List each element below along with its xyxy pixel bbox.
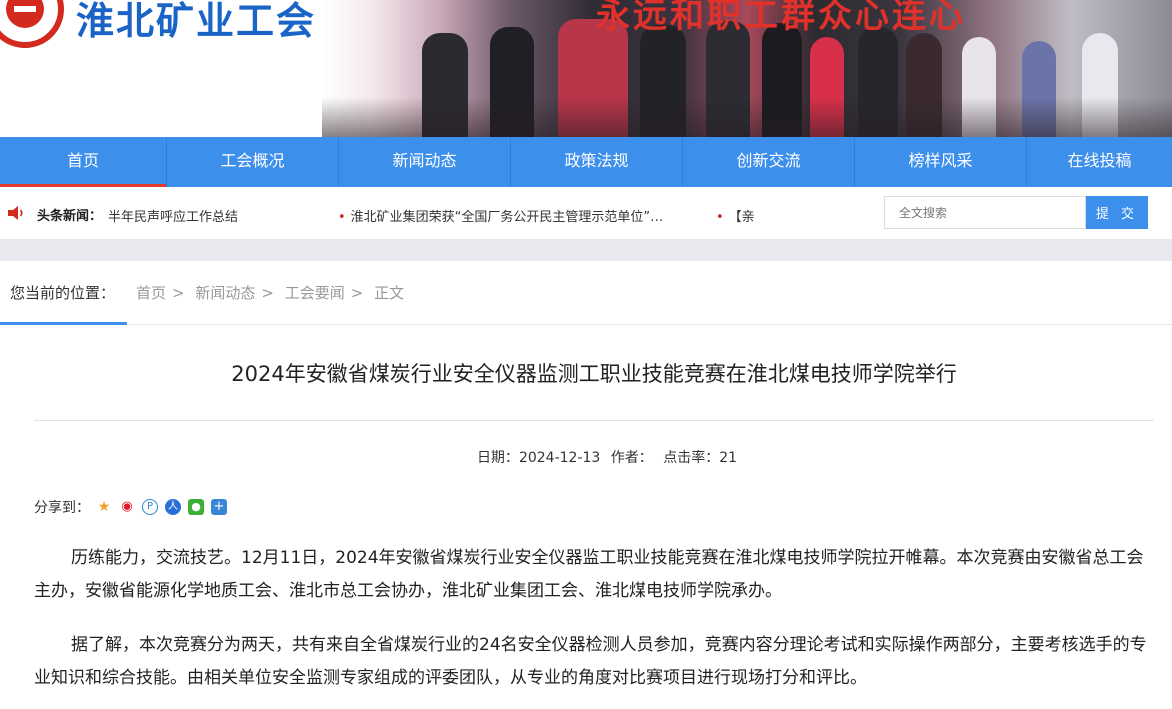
union-logo-icon[interactable] [0, 0, 64, 48]
article-paragraph: 据了解，本次竞赛分为两天，共有来自全省煤炭行业的24名安全仪器检测人员参加，竞赛… [34, 635, 1147, 688]
banner-slogan: 永远和职工群众心连心 [596, 0, 966, 36]
breadcrumb-current: 正文 [374, 284, 405, 302]
section-divider [0, 239, 1172, 261]
search-submit-button[interactable]: 提 交 [1086, 196, 1148, 229]
nav-item-submit[interactable]: 在线投稿 [1027, 137, 1172, 187]
breadcrumb-bar: 您当前的位置： 首页 > 新闻动态 > 工会要闻 > 正文 [0, 261, 1172, 325]
more-share-icon[interactable]: + [211, 499, 227, 515]
renren-icon[interactable]: 人 [165, 499, 181, 515]
site-logo-text[interactable]: 淮北矿业工会 [76, 0, 316, 45]
nav-item-role-models[interactable]: 榜样风采 [855, 137, 1027, 187]
hits-count: 21 [719, 450, 738, 466]
breadcrumb-home[interactable]: 首页 [136, 284, 166, 302]
breadcrumb: 首页 > 新闻动态 > 工会要闻 > 正文 [136, 284, 405, 302]
breadcrumb-news[interactable]: 新闻动态 [195, 284, 255, 302]
wechat-icon[interactable]: ● [188, 499, 204, 515]
nav-item-innovation[interactable]: 创新交流 [683, 137, 855, 187]
article-meta: 日期：2024-12-13 作者： 点击率：21 [0, 447, 1172, 467]
speaker-icon [8, 206, 23, 220]
search-input[interactable] [884, 196, 1086, 229]
site-banner: 淮北矿业工会 永远和职工群众心连心 [0, 0, 1172, 137]
author-label: 作者： [610, 450, 653, 466]
share-bar: 分享到： ★ ◉ P 人 ● + [34, 497, 234, 517]
pinterest-icon[interactable]: P [142, 499, 158, 515]
article-title: 2024年安徽省煤炭行业安全仪器监测工职业技能竞赛在淮北煤电技师学院举行 [231, 362, 957, 386]
nav-item-union-overview[interactable]: 工会概况 [167, 137, 339, 187]
ticker-label: 头条新闻： [37, 209, 103, 224]
ticker-item[interactable]: 半年民声呼应工作总结 [108, 206, 258, 225]
ticker-item[interactable]: • 【亲 [716, 206, 760, 225]
qzone-icon[interactable]: ★ [96, 499, 112, 515]
location-underline [0, 322, 127, 325]
weibo-icon[interactable]: ◉ [119, 499, 135, 515]
main-nav: 首页 工会概况 新闻动态 政策法规 创新交流 榜样风采 在线投稿 [0, 137, 1172, 187]
title-divider [34, 420, 1154, 421]
ticker-item[interactable]: • 淮北矿业集团荣获“全国厂务公开民主管理示范单位”… [338, 206, 698, 225]
hits-label: 点击率： [663, 450, 720, 466]
share-label: 分享到： [34, 500, 90, 516]
location-label: 您当前的位置： [10, 284, 116, 302]
nav-item-news[interactable]: 新闻动态 [339, 137, 511, 187]
breadcrumb-union-news[interactable]: 工会要闻 [285, 284, 345, 302]
article-paragraph: 历练能力，交流技艺。12月11日，2024年安徽省煤炭行业安全仪器监工职业技能竞… [34, 548, 1144, 601]
nav-item-policy[interactable]: 政策法规 [511, 137, 683, 187]
date-label: 日期： [476, 450, 519, 466]
article-date: 2024-12-13 [518, 450, 601, 466]
nav-item-home[interactable]: 首页 [0, 137, 167, 187]
